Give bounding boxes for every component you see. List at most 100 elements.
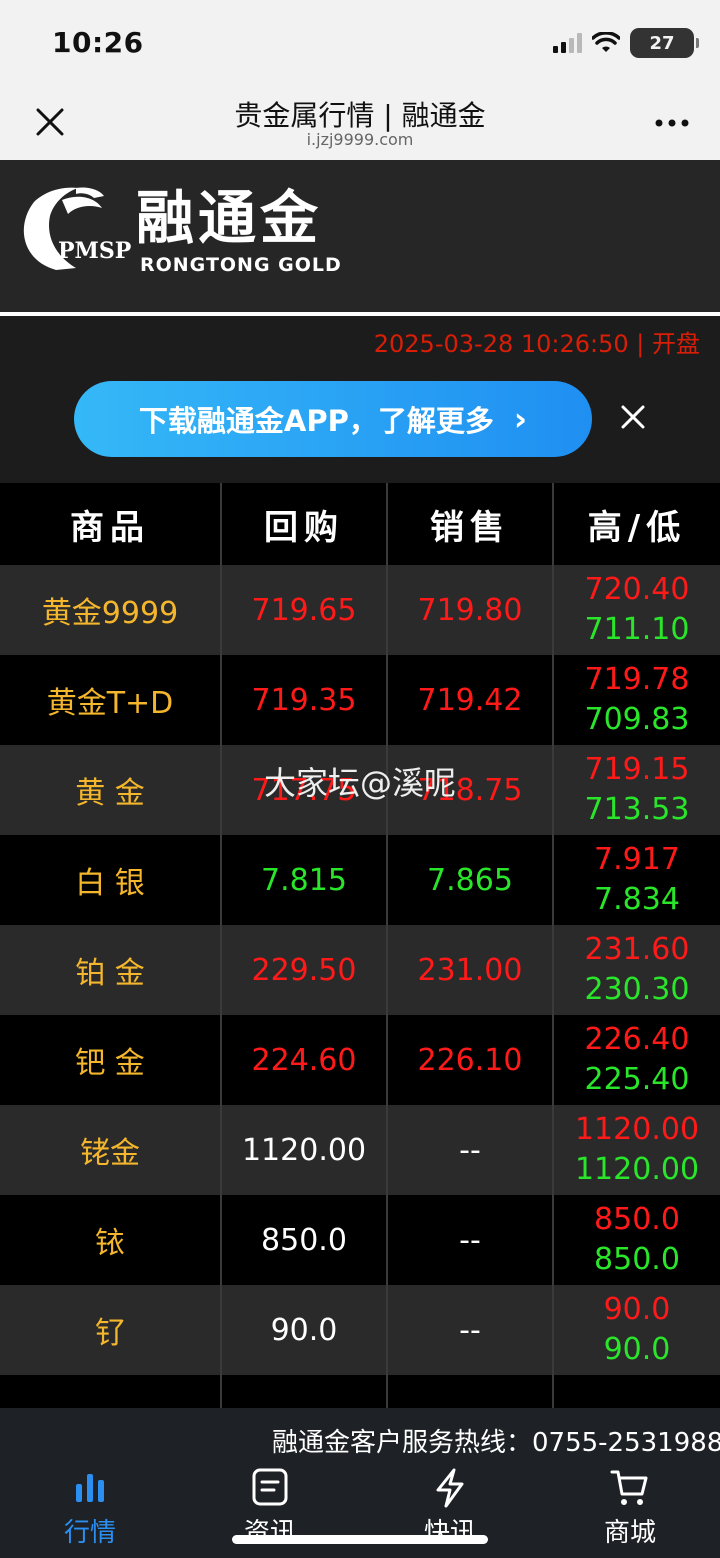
watermark-text: 大家坛@溪呢 <box>264 764 457 802</box>
buyback-price: 719.35 <box>222 655 388 745</box>
header-divider <box>0 312 720 316</box>
high-low: 720.40 711.10 <box>554 565 720 655</box>
download-app-banner[interactable]: 下载融通金APP，了解更多 › <box>74 381 592 457</box>
product-name: 铂 金 <box>0 925 222 1015</box>
product-name: 黄 金 <box>0 745 222 835</box>
high-price: 231.60 <box>584 932 690 967</box>
logo-english: RONGTONG GOLD <box>140 254 342 276</box>
product-name: 钯 金 <box>0 1015 222 1105</box>
more-icon[interactable] <box>654 118 690 128</box>
table-row[interactable]: 钯 金 224.60 226.10 226.40 225.40 <box>0 1015 720 1105</box>
lightning-icon <box>436 1468 464 1508</box>
low-price: 230.30 <box>584 972 690 1007</box>
high-price: 1120.00 <box>574 1112 700 1147</box>
header-buyback: 回购 <box>222 483 388 565</box>
sell-price: 719.80 <box>388 565 554 655</box>
market-datetime: 2025-03-28 10:26:50 | 开盘 <box>373 330 700 358</box>
sell-price: 719.42 <box>388 655 554 745</box>
price-table: 商品 回购 销售 高/低 黄金9999 719.65 719.80 720.40… <box>0 483 720 1435</box>
high-price: 7.917 <box>594 842 680 877</box>
high-low: 90.0 90.0 <box>554 1285 720 1375</box>
cellular-signal-icon <box>553 33 582 53</box>
home-indicator <box>232 1535 488 1544</box>
high-low: 1120.00 1120.00 <box>554 1105 720 1195</box>
status-bar: 10:26 27 <box>0 0 720 84</box>
product-name: 铑金 <box>0 1105 222 1195</box>
high-price: 719.78 <box>584 662 690 697</box>
low-price: 90.0 <box>603 1332 671 1367</box>
logo-pmsp: PMSP <box>58 238 132 264</box>
buyback-price: 1120.00 <box>222 1105 388 1195</box>
high-low: 226.40 225.40 <box>554 1015 720 1105</box>
bottom-tab-bar: 行情 资讯 快讯 商城 <box>0 1468 720 1558</box>
banner-close-icon[interactable] <box>618 402 648 432</box>
product-name: 白 银 <box>0 835 222 925</box>
tab-news[interactable]: 资讯 <box>180 1468 360 1558</box>
table-header-row: 商品 回购 销售 高/低 <box>0 483 720 565</box>
header-product: 商品 <box>0 483 222 565</box>
battery-icon: 27 <box>630 28 699 58</box>
product-name: 黄金T+D <box>0 655 222 745</box>
low-price: 7.834 <box>594 882 680 917</box>
header-sell: 销售 <box>388 483 554 565</box>
sell-price: -- <box>388 1105 554 1195</box>
table-row[interactable]: 白 银 7.815 7.865 7.917 7.834 <box>0 835 720 925</box>
logo-chinese: 融通金 <box>136 184 323 252</box>
buyback-price: 229.50 <box>222 925 388 1015</box>
status-icons: 27 <box>553 28 699 58</box>
tab-label: 商城 <box>603 1518 656 1548</box>
hotline-bar: 融通金客户服务热线：0755-25319888 <box>0 1408 720 1468</box>
page-title: 贵金属行情 | 融通金 <box>234 99 486 132</box>
low-price: 225.40 <box>584 1062 690 1097</box>
high-price: 720.40 <box>584 572 690 607</box>
product-name: 钌 <box>0 1285 222 1375</box>
sell-price: -- <box>388 1285 554 1375</box>
bar-chart-icon <box>76 1474 104 1502</box>
low-price: 713.53 <box>584 792 690 827</box>
page-url: i.jzj9999.com <box>306 130 414 149</box>
low-price: 711.10 <box>584 612 690 647</box>
high-price: 226.40 <box>584 1022 690 1057</box>
product-name: 黄金9999 <box>0 565 222 655</box>
sell-price: 226.10 <box>388 1015 554 1105</box>
product-name: 铱 <box>0 1195 222 1285</box>
buyback-price: 90.0 <box>222 1285 388 1375</box>
tab-label: 行情 <box>63 1518 116 1548</box>
table-row[interactable]: 铂 金 229.50 231.00 231.60 230.30 <box>0 925 720 1015</box>
sell-price: 231.00 <box>388 925 554 1015</box>
table-row[interactable]: 黄金T+D 719.35 719.42 719.78 709.83 <box>0 655 720 745</box>
table-row[interactable]: 黄金9999 719.65 719.80 720.40 711.10 <box>0 565 720 655</box>
high-low: 7.917 7.834 <box>554 835 720 925</box>
high-price: 719.15 <box>584 752 690 787</box>
buyback-price: 224.60 <box>222 1015 388 1105</box>
cart-icon <box>610 1470 648 1505</box>
low-price: 850.0 <box>594 1242 680 1277</box>
sell-price: 7.865 <box>388 835 554 925</box>
high-price: 850.0 <box>594 1202 680 1237</box>
table-row[interactable]: 铱 850.0 -- 850.0 850.0 <box>0 1195 720 1285</box>
high-price: 90.0 <box>603 1292 671 1327</box>
high-low: 231.60 230.30 <box>554 925 720 1015</box>
high-low: 719.15 713.53 <box>554 745 720 835</box>
news-icon <box>252 1468 288 1506</box>
low-price: 1120.00 <box>574 1152 700 1187</box>
service-hotline[interactable]: 融通金客户服务热线：0755-25319888 <box>272 1422 720 1459</box>
low-price: 709.83 <box>584 702 690 737</box>
status-time: 10:26 <box>52 26 144 59</box>
high-low: 719.78 709.83 <box>554 655 720 745</box>
tab-flash[interactable]: 快讯 <box>360 1468 540 1558</box>
buyback-price: 719.65 <box>222 565 388 655</box>
header-high-low: 高/低 <box>587 507 687 548</box>
tab-market[interactable]: 行情 <box>0 1468 180 1558</box>
buyback-price: 7.815 <box>222 835 388 925</box>
site-header: PMSP 融通金 RONGTONG GOLD <box>0 160 720 312</box>
tab-mall[interactable]: 商城 <box>540 1468 720 1558</box>
chevron-right-icon: › <box>513 400 528 438</box>
buyback-price: 850.0 <box>222 1195 388 1285</box>
sell-price: -- <box>388 1195 554 1285</box>
table-row[interactable]: 铑金 1120.00 -- 1120.00 1120.00 <box>0 1105 720 1195</box>
high-low: 850.0 850.0 <box>554 1195 720 1285</box>
banner-text: 下载融通金APP，了解更多 <box>138 404 494 438</box>
wifi-icon <box>592 32 620 52</box>
table-row[interactable]: 钌 90.0 -- 90.0 90.0 <box>0 1285 720 1375</box>
